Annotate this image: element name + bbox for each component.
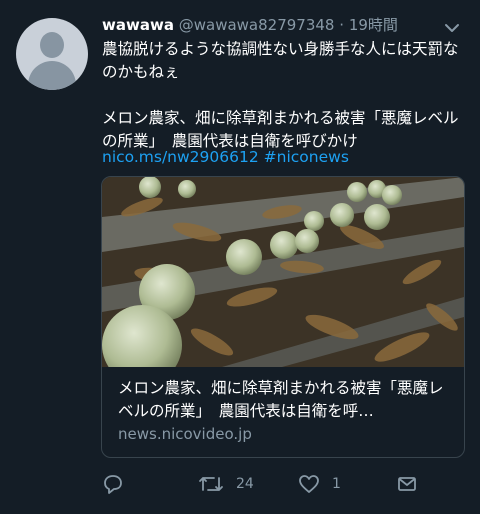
chevron-down-icon[interactable]	[444, 20, 460, 38]
timestamp[interactable]: 19時間	[349, 16, 398, 34]
card-title[interactable]: メロン農家、畑に除草剤まかれる被害「悪魔レベルの所業」 農園代表は自衛を呼…	[118, 377, 452, 423]
card-photo	[102, 177, 464, 367]
like-count: 1	[332, 476, 341, 492]
like-icon	[298, 473, 320, 495]
link-url[interactable]: nico.ms/nw2906612	[102, 148, 259, 166]
hashtag-link[interactable]: #niconews	[264, 148, 349, 166]
share-icon	[396, 473, 418, 495]
tweet-text: 農協脱けるような協調性ない身勝手な人には天罰なのかもねぇ メロン農家、畑に除草剤…	[102, 40, 459, 150]
link-card[interactable]: メロン農家、畑に除草剤まかれる被害「悪魔レベルの所業」 農園代表は自衛を呼… n…	[101, 176, 465, 458]
retweet-icon	[198, 473, 224, 495]
tweet[interactable]: wawawa @wawawa82797348 · 19時間 農協脱けるような協調…	[0, 0, 480, 514]
separator-dot: ·	[339, 16, 345, 34]
tweet-actions: 24 1	[102, 470, 462, 498]
display-name[interactable]: wawawa	[102, 16, 174, 34]
tweet-links: nico.ms/nw2906612 #niconews	[102, 148, 349, 166]
retweet-count: 24	[236, 476, 254, 492]
user-handle[interactable]: @wawawa82797348	[179, 16, 335, 34]
like-button[interactable]: 1	[298, 470, 341, 498]
avatar-body	[28, 61, 76, 90]
card-domain: news.nicovideo.jp	[118, 425, 252, 443]
tweet-header: wawawa @wawawa82797348 · 19時間	[102, 14, 464, 38]
reply-icon	[102, 473, 124, 495]
avatar[interactable]	[16, 18, 88, 90]
reply-button[interactable]	[102, 470, 124, 498]
share-button[interactable]	[396, 470, 418, 498]
retweet-button[interactable]: 24	[198, 470, 254, 498]
avatar-head	[40, 32, 64, 58]
